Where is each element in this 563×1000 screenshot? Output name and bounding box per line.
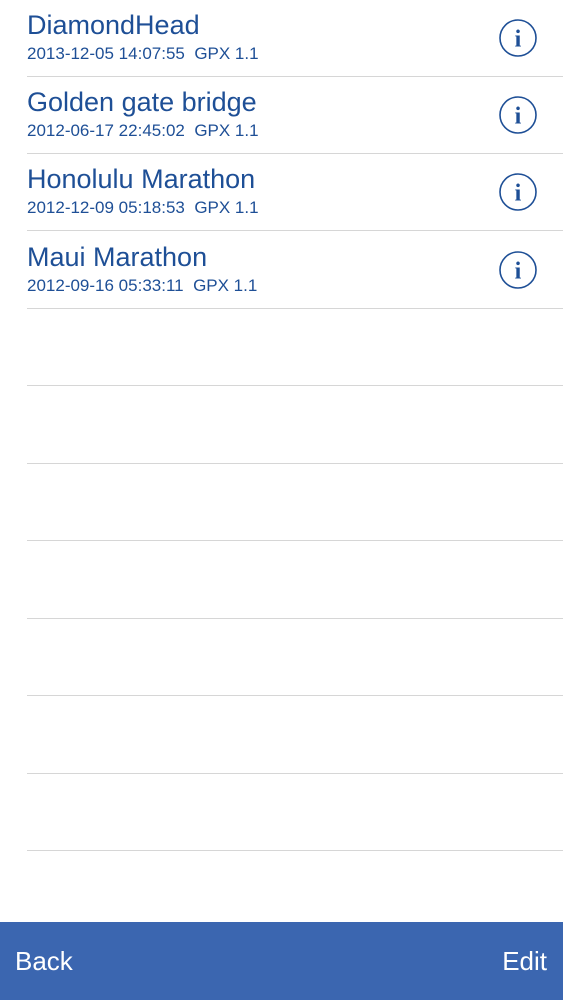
empty-row bbox=[0, 619, 563, 696]
file-list: DiamondHead 2013-12-05 14:07:55 GPX 1.1 … bbox=[0, 0, 563, 922]
svg-text:i: i bbox=[515, 259, 522, 285]
file-format: GPX 1.1 bbox=[194, 44, 259, 63]
file-format: GPX 1.1 bbox=[193, 276, 258, 295]
file-format: GPX 1.1 bbox=[194, 121, 259, 140]
svg-text:i: i bbox=[515, 27, 522, 53]
row-separator bbox=[27, 385, 563, 386]
file-name: Honolulu Marathon bbox=[27, 164, 256, 194]
file-name: Golden gate bridge bbox=[27, 87, 257, 117]
info-circle-icon[interactable]: i bbox=[498, 250, 538, 290]
list-item[interactable]: Golden gate bridge 2012-06-17 22:45:02 G… bbox=[0, 77, 563, 154]
file-details: 2012-12-09 05:18:53 GPX 1.1 bbox=[27, 198, 259, 218]
empty-row bbox=[0, 464, 563, 541]
empty-row bbox=[0, 774, 563, 851]
file-format: GPX 1.1 bbox=[194, 198, 259, 217]
list-item[interactable]: Honolulu Marathon 2012-12-09 05:18:53 GP… bbox=[0, 154, 563, 231]
svg-text:i: i bbox=[515, 104, 522, 130]
svg-text:i: i bbox=[515, 181, 522, 207]
row-separator bbox=[27, 230, 563, 231]
gpx-file-list-screen: DiamondHead 2013-12-05 14:07:55 GPX 1.1 … bbox=[0, 0, 563, 1000]
file-timestamp: 2012-12-09 05:18:53 bbox=[27, 198, 185, 217]
file-name: DiamondHead bbox=[27, 10, 200, 40]
file-timestamp: 2012-09-16 05:33:11 bbox=[27, 276, 184, 295]
row-separator bbox=[27, 695, 563, 696]
back-button[interactable]: Back bbox=[15, 946, 73, 976]
edit-button[interactable]: Edit bbox=[502, 946, 547, 976]
empty-row bbox=[0, 387, 563, 464]
file-details: 2012-09-16 05:33:11 GPX 1.1 bbox=[27, 276, 257, 296]
file-name: Maui Marathon bbox=[27, 242, 208, 272]
empty-row bbox=[0, 697, 563, 774]
row-separator bbox=[27, 540, 563, 541]
file-timestamp: 2013-12-05 14:07:55 bbox=[27, 44, 185, 63]
bottom-toolbar: Back Edit bbox=[0, 922, 563, 1000]
file-details: 2013-12-05 14:07:55 GPX 1.1 bbox=[27, 44, 259, 64]
row-separator bbox=[27, 850, 563, 851]
info-circle-icon[interactable]: i bbox=[498, 18, 538, 58]
file-details: 2012-06-17 22:45:02 GPX 1.1 bbox=[27, 121, 259, 141]
info-circle-icon[interactable]: i bbox=[498, 172, 538, 212]
info-circle-icon[interactable]: i bbox=[498, 95, 538, 135]
file-timestamp: 2012-06-17 22:45:02 bbox=[27, 121, 185, 140]
empty-row bbox=[0, 542, 563, 619]
list-item[interactable]: DiamondHead 2013-12-05 14:07:55 GPX 1.1 … bbox=[0, 0, 563, 77]
list-item[interactable]: Maui Marathon 2012-09-16 05:33:11 GPX 1.… bbox=[0, 232, 563, 309]
empty-row bbox=[0, 309, 563, 386]
